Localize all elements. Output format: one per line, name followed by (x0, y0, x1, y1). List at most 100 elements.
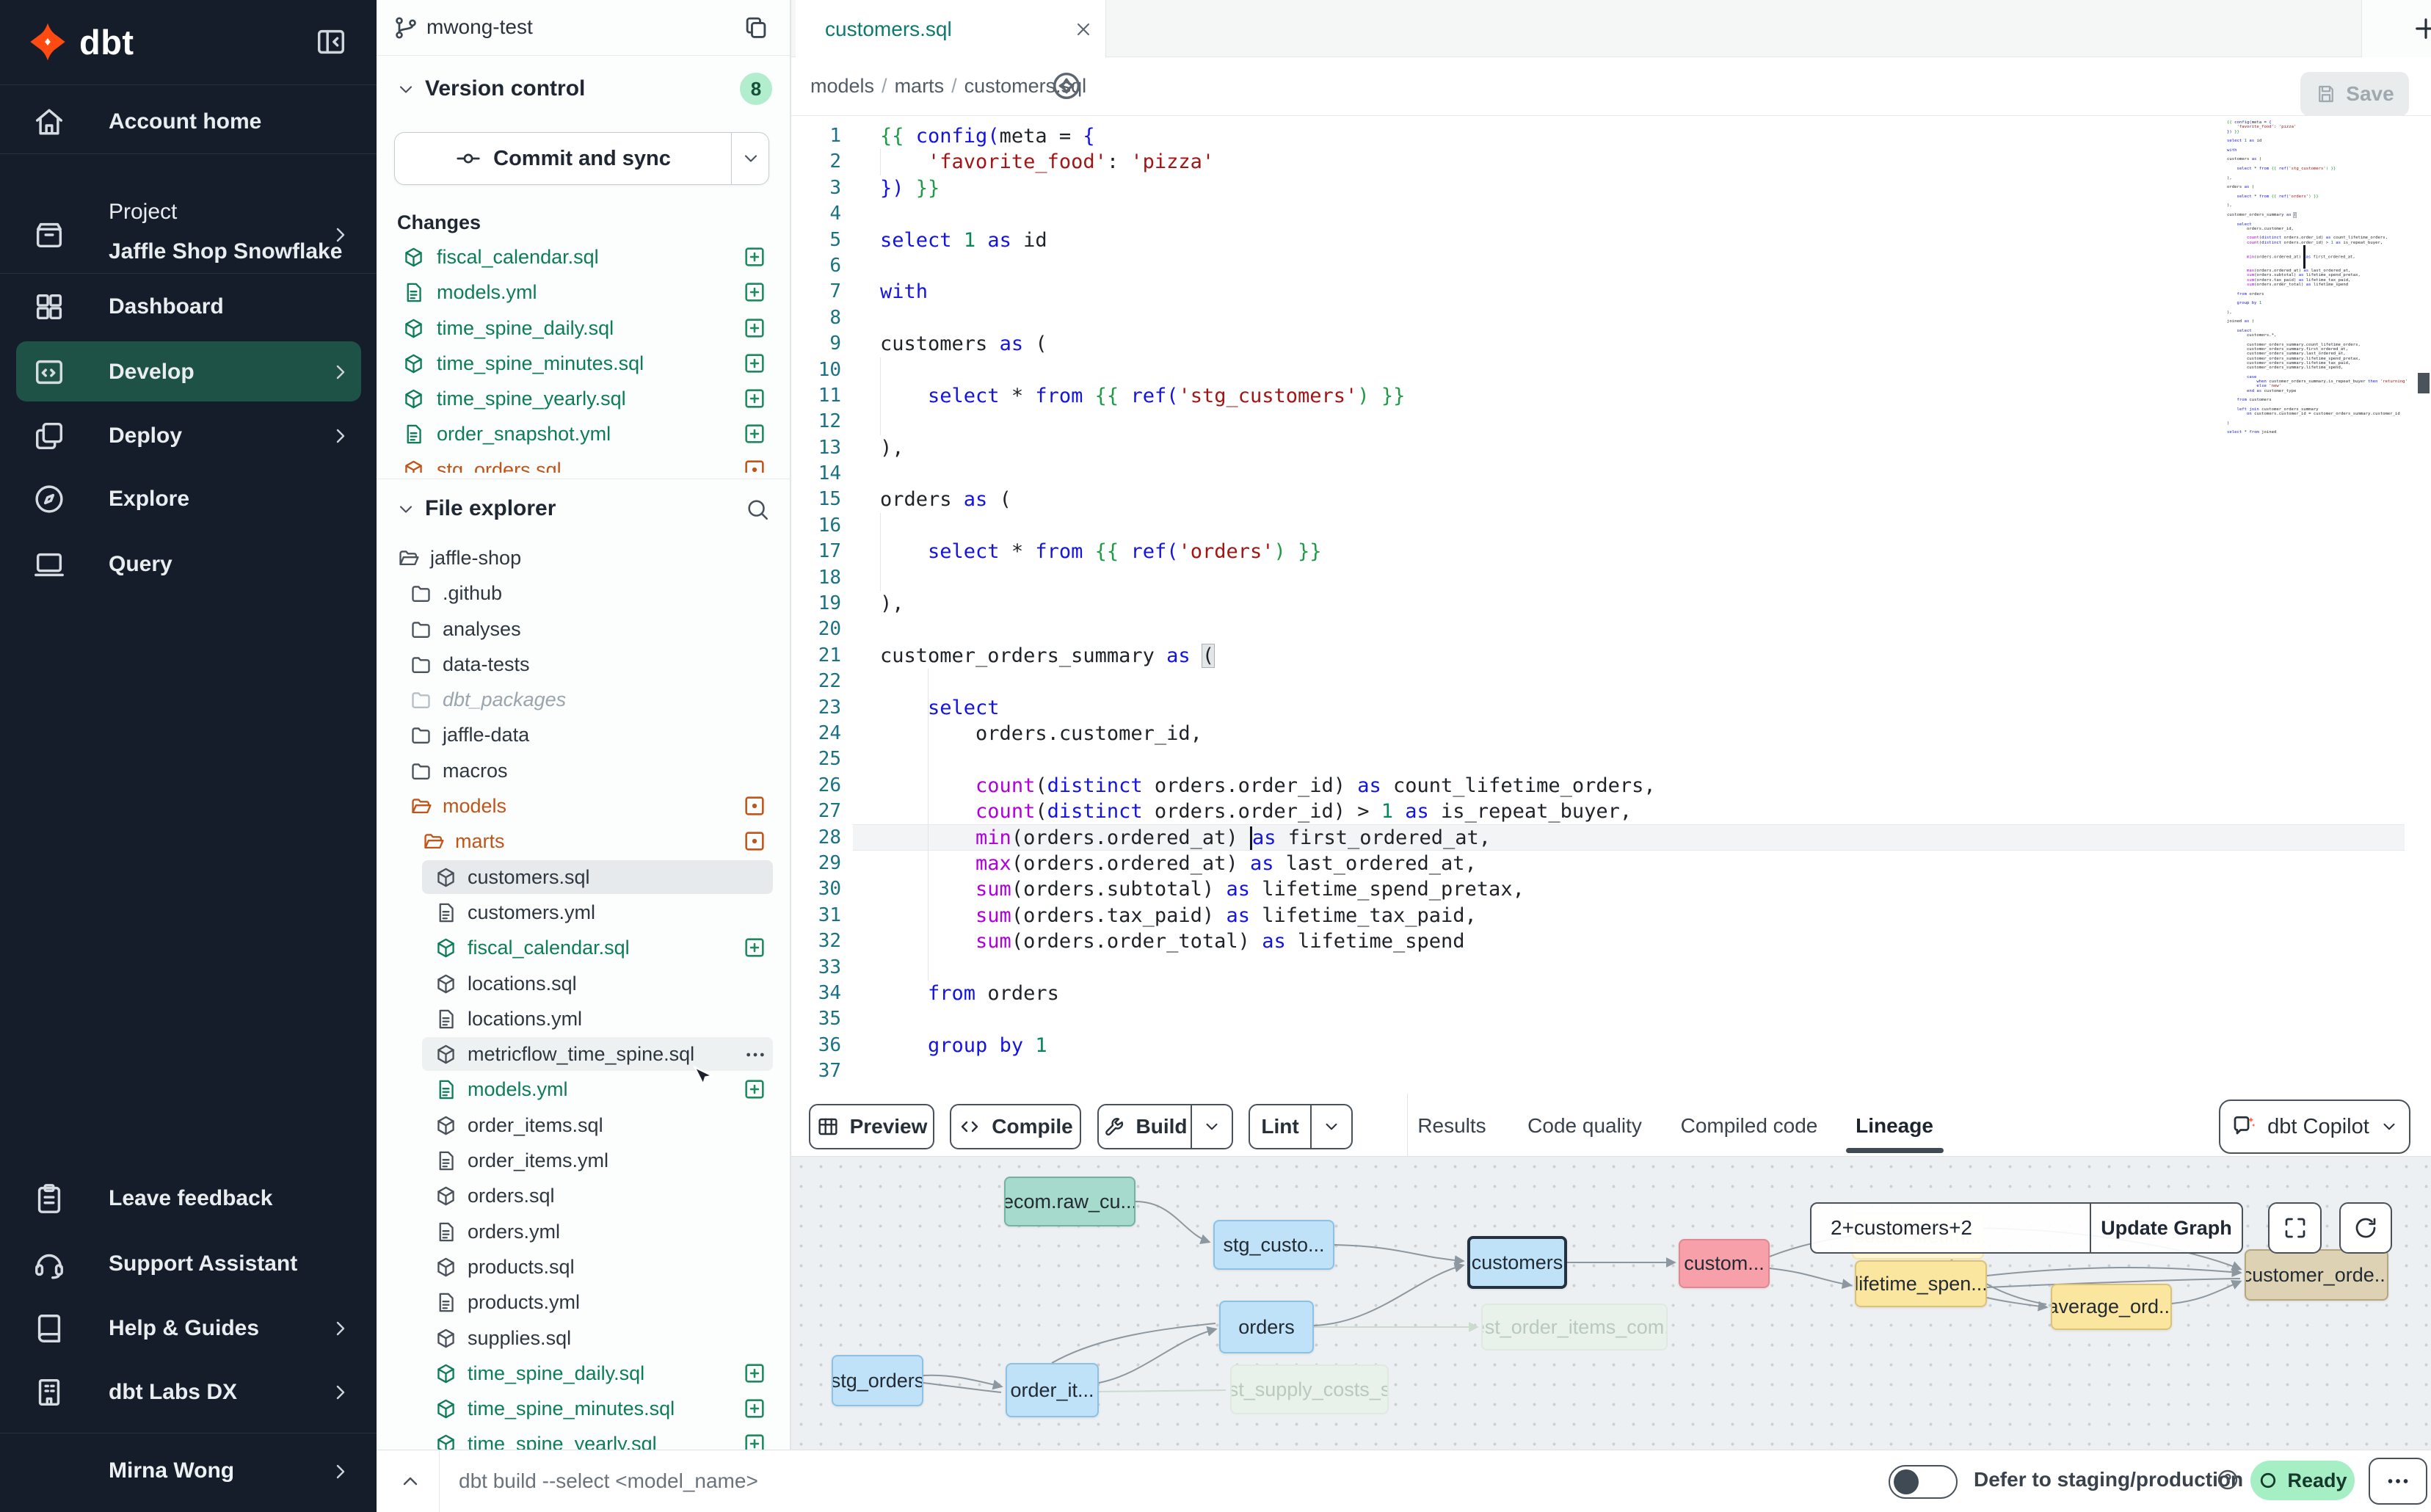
lineage-node-ecom_raw_customers[interactable]: ecom.raw_cu... (1004, 1177, 1135, 1226)
command-input[interactable]: dbt build --select <model_name> (459, 1469, 758, 1493)
lint-options-button[interactable] (1310, 1105, 1351, 1148)
dbt-copilot-button[interactable]: dbt Copilot (2219, 1100, 2410, 1154)
stage-add-button[interactable] (742, 1431, 767, 1450)
code-line[interactable] (880, 201, 1656, 227)
minimap[interactable]: {{ config(meta = { 'favorite_food': 'piz… (2227, 120, 2405, 435)
file-explorer-header[interactable]: File explorer (377, 490, 790, 527)
code-line[interactable] (880, 746, 1656, 772)
code-line[interactable] (880, 357, 1656, 383)
code-line[interactable] (880, 305, 1656, 331)
sidebar-item-dbt-labs-dx[interactable]: dbt Labs DX (0, 1362, 377, 1423)
lineage-node-orders[interactable]: orders (1219, 1301, 1314, 1353)
code-line[interactable] (880, 461, 1656, 487)
tab-lineage[interactable]: Lineage (1856, 1114, 1933, 1138)
sidebar-collapse-icon[interactable] (314, 25, 348, 59)
change-row[interactable]: order_snapshot.yml (377, 416, 790, 451)
sidebar-item-account-home[interactable]: Account home (0, 91, 377, 153)
tree-item-locations.sql[interactable]: locations.sql (377, 966, 790, 1001)
code-line[interactable]: group by 1 (880, 1033, 1656, 1058)
lineage-node-order_items[interactable]: order_it... (1006, 1363, 1099, 1417)
status-badge[interactable]: Ready (2250, 1461, 2355, 1500)
lineage-canvas[interactable]: ecom.raw_cu...stg_custo...customerscusto… (791, 1156, 2431, 1450)
code-line[interactable]: sum(orders.tax_paid) as lifetime_tax_pai… (880, 903, 1656, 928)
code-line[interactable]: orders.customer_id, (880, 721, 1656, 746)
code-line[interactable]: sum(orders.order_total) as lifetime_spen… (880, 928, 1656, 954)
change-row[interactable]: time_spine_minutes.sql (377, 346, 790, 381)
lineage-node-stg_customers[interactable]: stg_custo... (1213, 1220, 1334, 1270)
sidebar-item-user[interactable]: Mirna Wong (0, 1441, 377, 1502)
copy-icon[interactable] (742, 13, 770, 41)
scrollbar-thumb[interactable] (2418, 373, 2430, 393)
code-line[interactable]: count(distinct orders.order_id) > 1 as i… (880, 799, 1656, 824)
code-line[interactable]: }) }} (880, 175, 1656, 201)
tree-item-supplies.sql[interactable]: supplies.sql (377, 1320, 790, 1356)
lineage-node-customer_orders[interactable]: customer_orde... (2245, 1249, 2388, 1301)
tree-item-customers.sql[interactable]: customers.sql (377, 859, 790, 895)
code-editor[interactable]: 1234567891011121314151617181920212223242… (791, 116, 2431, 1094)
code-line[interactable] (880, 1006, 1656, 1032)
stage-add-button[interactable] (742, 280, 767, 305)
code-line[interactable]: orders as ( (880, 487, 1656, 512)
change-row[interactable]: models.yml (377, 275, 790, 310)
tree-item-jaffle-data[interactable]: jaffle-data (377, 717, 790, 752)
save-button[interactable]: Save (2300, 72, 2409, 116)
code-line[interactable]: {{ config(meta = { (880, 123, 1656, 149)
build-options-button[interactable] (1191, 1105, 1232, 1148)
modified-badge[interactable] (742, 457, 767, 473)
item-menu-icon[interactable] (744, 1043, 767, 1066)
tree-item-dbt_packages[interactable]: dbt_packages (377, 682, 790, 717)
stage-add-button[interactable] (742, 244, 767, 269)
sidebar-item-dashboard[interactable]: Dashboard (0, 276, 377, 338)
lineage-node-average_order[interactable]: average_ord... (2051, 1284, 2172, 1330)
tree-item-products.sql[interactable]: products.sql (377, 1249, 790, 1284)
code-line[interactable]: select (880, 695, 1656, 721)
change-row[interactable]: fiscal_calendar.sql (377, 239, 790, 275)
stage-add-button[interactable] (742, 1361, 767, 1386)
lineage-filter-input[interactable]: 2+customers+2 (1812, 1204, 2090, 1252)
breadcrumb-part[interactable]: marts (895, 75, 945, 97)
code-line[interactable] (880, 955, 1656, 981)
code-content[interactable]: {{ config(meta = { 'favorite_food': 'piz… (880, 123, 1656, 1084)
tab-customers-sql[interactable]: customers.sql (796, 0, 1106, 58)
commit-and-sync-button[interactable]: Commit and sync (394, 132, 769, 185)
tree-item-orders.sql[interactable]: orders.sql (377, 1178, 790, 1213)
tree-item-time_spine_minutes.sql[interactable]: time_spine_minutes.sql (377, 1391, 790, 1426)
version-control-header[interactable]: Version control (377, 70, 790, 107)
code-line[interactable]: min(orders.ordered_at) as first_ordered_… (880, 825, 1656, 851)
lineage-node-lifetime_spend[interactable]: lifetime_spen... (1855, 1260, 1987, 1307)
code-line[interactable]: ), (880, 435, 1656, 461)
tab-compiled-code[interactable]: Compiled code (1681, 1114, 1818, 1138)
code-line[interactable]: select * from {{ ref('orders') }} (880, 539, 1656, 564)
sidebar-item-project[interactable]: Project Jaffle Shop Snowflake (0, 183, 377, 286)
tree-item-order_items.sql[interactable]: order_items.sql (377, 1108, 790, 1143)
sidebar-item-develop[interactable]: Develop (0, 341, 377, 403)
tab-code-quality[interactable]: Code quality (1527, 1114, 1642, 1138)
code-line[interactable] (880, 1058, 1656, 1084)
code-line[interactable] (880, 565, 1656, 591)
sidebar-item-query[interactable]: Query (0, 534, 377, 595)
code-line[interactable] (880, 669, 1656, 694)
search-icon[interactable] (745, 497, 770, 522)
tree-item-models[interactable]: models (377, 788, 790, 824)
code-line[interactable] (880, 253, 1656, 279)
code-line[interactable]: customer_orders_summary as ( (880, 643, 1656, 669)
lineage-node-customers_semantic[interactable]: custom... (1679, 1239, 1770, 1288)
tree-item-jaffle-shop[interactable]: jaffle-shop (377, 540, 790, 575)
tree-item-analyses[interactable]: analyses (377, 611, 790, 647)
tree-item-models.yml[interactable]: models.yml (377, 1072, 790, 1107)
stage-add-button[interactable] (742, 1396, 767, 1421)
code-line[interactable] (880, 409, 1656, 435)
breadcrumb-part[interactable]: models (810, 75, 874, 97)
code-line[interactable]: select * from {{ ref('stg_customers') }} (880, 383, 1656, 409)
new-tab-icon[interactable] (2410, 13, 2431, 44)
defer-toggle[interactable] (1889, 1465, 1958, 1499)
sidebar-item-leave-feedback[interactable]: Leave feedback (0, 1168, 377, 1229)
fullscreen-button[interactable] (2268, 1202, 2322, 1254)
tree-item-time_spine_yearly.sql[interactable]: time_spine_yearly.sql (377, 1426, 790, 1450)
tree-item-locations.yml[interactable]: locations.yml (377, 1001, 790, 1036)
help-icon[interactable] (2216, 1468, 2239, 1491)
preview-button[interactable]: Preview (809, 1104, 934, 1149)
sidebar-item-support-assistant[interactable]: Support Assistant (0, 1233, 377, 1295)
stage-add-button[interactable] (742, 351, 767, 376)
code-line[interactable]: ), (880, 591, 1656, 617)
